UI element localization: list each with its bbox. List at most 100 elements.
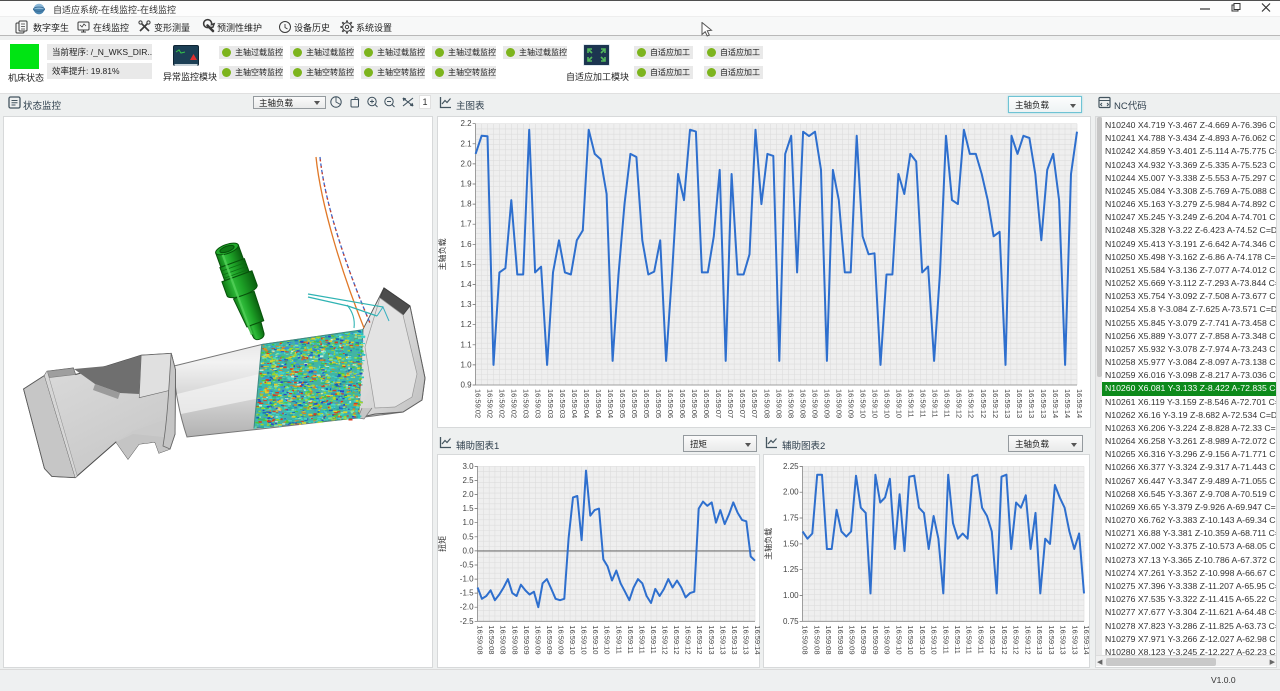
svg-text:16:59:09: 16:59:09 — [834, 389, 843, 418]
svg-text:16:59:10: 16:59:10 — [883, 389, 892, 418]
svg-text:16:59:09: 16:59:09 — [822, 389, 831, 418]
svg-text:2.1: 2.1 — [460, 139, 472, 148]
svg-text:16:59:09: 16:59:09 — [557, 625, 566, 654]
svg-text:主轴负载: 主轴负载 — [763, 528, 773, 560]
svg-text:16:59:11: 16:59:11 — [977, 625, 986, 654]
svg-text:16:59:05: 16:59:05 — [642, 389, 651, 418]
svg-text:16:59:08: 16:59:08 — [798, 389, 807, 418]
svg-text:16:59:03: 16:59:03 — [534, 389, 543, 418]
svg-text:16:59:08: 16:59:08 — [510, 625, 519, 654]
svg-text:16:59:14: 16:59:14 — [753, 625, 760, 654]
svg-text:1.9: 1.9 — [460, 180, 472, 189]
svg-text:16:59:04: 16:59:04 — [570, 389, 579, 418]
svg-text:16:59:09: 16:59:09 — [859, 625, 868, 654]
svg-text:1.5: 1.5 — [462, 504, 474, 513]
svg-text:16:59:13: 16:59:13 — [1003, 389, 1012, 418]
svg-text:16:59:06: 16:59:06 — [678, 389, 687, 418]
svg-text:2.5: 2.5 — [462, 476, 474, 485]
svg-text:16:59:09: 16:59:09 — [810, 389, 819, 418]
svg-text:16:59:02: 16:59:02 — [474, 389, 483, 418]
svg-text:16:59:11: 16:59:11 — [941, 625, 950, 654]
svg-text:1.0: 1.0 — [462, 518, 474, 527]
svg-text:-0.5: -0.5 — [460, 561, 474, 570]
svg-text:16:59:05: 16:59:05 — [630, 389, 639, 418]
svg-text:16:59:10: 16:59:10 — [603, 625, 612, 654]
svg-text:16:59:13: 16:59:13 — [1047, 625, 1056, 654]
svg-text:16:59:09: 16:59:09 — [871, 625, 880, 654]
svg-text:16:59:06: 16:59:06 — [666, 389, 675, 418]
svg-text:16:59:11: 16:59:11 — [626, 625, 635, 654]
svg-text:16:59:06: 16:59:06 — [702, 389, 711, 418]
svg-text:1.3: 1.3 — [460, 300, 472, 309]
svg-text:16:59:08: 16:59:08 — [824, 625, 833, 654]
svg-text:16:59:13: 16:59:13 — [1027, 389, 1036, 418]
svg-text:16:59:07: 16:59:07 — [726, 389, 735, 418]
svg-text:16:59:10: 16:59:10 — [580, 625, 589, 654]
svg-text:-1.5: -1.5 — [460, 589, 474, 598]
svg-text:16:59:10: 16:59:10 — [930, 625, 939, 654]
svg-text:16:59:12: 16:59:12 — [988, 625, 997, 654]
svg-text:16:59:03: 16:59:03 — [546, 389, 555, 418]
svg-text:16:59:11: 16:59:11 — [919, 389, 928, 418]
svg-text:0.0: 0.0 — [462, 546, 474, 555]
svg-text:16:59:12: 16:59:12 — [967, 389, 976, 418]
svg-text:1.6: 1.6 — [460, 240, 472, 249]
svg-text:16:59:08: 16:59:08 — [487, 625, 496, 654]
svg-text:16:59:10: 16:59:10 — [895, 389, 904, 418]
svg-text:16:59:04: 16:59:04 — [606, 389, 615, 418]
svg-text:16:59:04: 16:59:04 — [582, 389, 591, 418]
svg-text:-2.0: -2.0 — [460, 603, 474, 612]
svg-text:16:59:08: 16:59:08 — [801, 625, 810, 654]
svg-text:1.50: 1.50 — [783, 539, 799, 548]
svg-text:16:59:11: 16:59:11 — [943, 389, 952, 418]
svg-text:2.2: 2.2 — [460, 119, 472, 128]
svg-text:16:59:11: 16:59:11 — [931, 389, 940, 418]
svg-text:16:59:10: 16:59:10 — [859, 389, 868, 418]
svg-text:1.5: 1.5 — [460, 260, 472, 269]
svg-text:16:59:11: 16:59:11 — [907, 389, 916, 418]
svg-text:16:59:12: 16:59:12 — [1000, 625, 1009, 654]
svg-text:1.1: 1.1 — [460, 340, 472, 349]
svg-text:16:59:08: 16:59:08 — [762, 389, 771, 418]
svg-text:3.0: 3.0 — [462, 462, 474, 471]
svg-text:16:59:11: 16:59:11 — [953, 625, 962, 654]
svg-text:16:59:12: 16:59:12 — [684, 625, 693, 654]
svg-text:16:59:11: 16:59:11 — [614, 625, 623, 654]
svg-text:16:59:13: 16:59:13 — [730, 625, 739, 654]
svg-text:16:59:10: 16:59:10 — [906, 625, 915, 654]
svg-text:16:59:08: 16:59:08 — [786, 389, 795, 418]
svg-text:16:59:09: 16:59:09 — [883, 625, 892, 654]
svg-text:2.0: 2.0 — [460, 159, 472, 168]
svg-text:16:59:11: 16:59:11 — [637, 625, 646, 654]
svg-text:16:59:09: 16:59:09 — [533, 625, 542, 654]
svg-text:0.75: 0.75 — [783, 617, 799, 626]
svg-text:1.4: 1.4 — [460, 280, 472, 289]
svg-text:16:59:10: 16:59:10 — [894, 625, 903, 654]
svg-text:16:59:04: 16:59:04 — [594, 389, 603, 418]
svg-text:-1.0: -1.0 — [460, 575, 474, 584]
svg-text:0.9: 0.9 — [460, 381, 472, 390]
svg-text:16:59:02: 16:59:02 — [486, 389, 495, 418]
svg-text:-2.5: -2.5 — [460, 617, 474, 626]
svg-text:16:59:08: 16:59:08 — [476, 625, 485, 654]
svg-text:16:59:08: 16:59:08 — [774, 389, 783, 418]
svg-text:16:59:14: 16:59:14 — [1051, 389, 1060, 418]
svg-text:16:59:11: 16:59:11 — [649, 625, 658, 654]
svg-text:16:59:07: 16:59:07 — [750, 389, 759, 418]
svg-text:16:59:13: 16:59:13 — [1059, 625, 1068, 654]
svg-text:16:59:12: 16:59:12 — [1012, 625, 1021, 654]
svg-text:16:59:12: 16:59:12 — [695, 625, 704, 654]
svg-text:16:59:07: 16:59:07 — [738, 389, 747, 418]
svg-text:16:59:12: 16:59:12 — [979, 389, 988, 418]
svg-text:16:59:06: 16:59:06 — [690, 389, 699, 418]
svg-text:16:59:09: 16:59:09 — [847, 389, 856, 418]
svg-text:2.0: 2.0 — [462, 490, 474, 499]
svg-text:16:59:12: 16:59:12 — [672, 625, 681, 654]
svg-text:16:59:10: 16:59:10 — [871, 389, 880, 418]
svg-text:16:59:02: 16:59:02 — [510, 389, 519, 418]
svg-text:16:59:12: 16:59:12 — [661, 625, 670, 654]
svg-text:16:59:08: 16:59:08 — [812, 625, 821, 654]
svg-text:1.75: 1.75 — [783, 514, 799, 523]
svg-text:1.25: 1.25 — [783, 565, 799, 574]
svg-text:16:59:13: 16:59:13 — [1015, 389, 1024, 418]
